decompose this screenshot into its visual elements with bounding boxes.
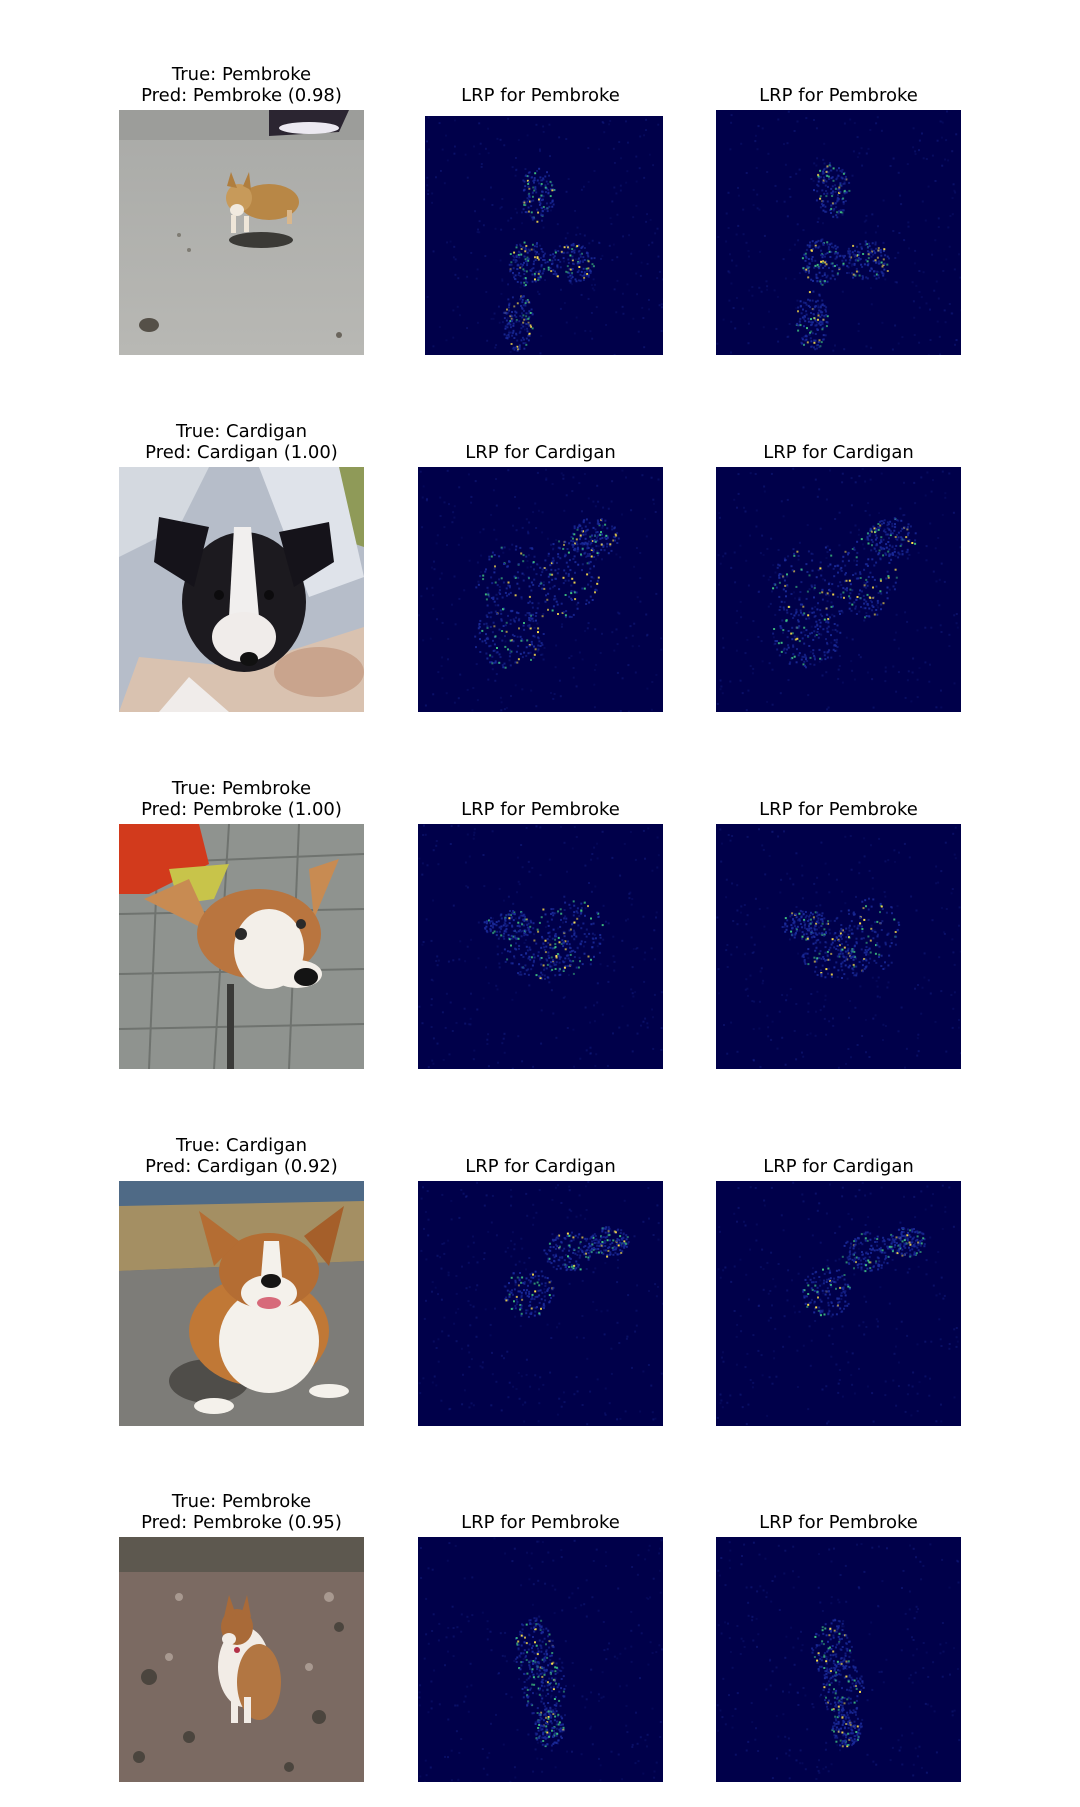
row-5: True: Pembroke Pred: Pembroke (0.95) LRP… (0, 0, 1080, 1807)
lrp-heatmap (716, 1537, 961, 1782)
lrp-heatmap (418, 1537, 663, 1782)
true-label: True: Pembroke (171, 1491, 312, 1512)
lrp-title: LRP for Pembroke (759, 1512, 918, 1533)
lrp-title: LRP for Pembroke (461, 1512, 620, 1533)
dog-photo (119, 1537, 364, 1782)
pred-label: Pred: Pembroke (0.95) (141, 1512, 342, 1533)
figure-grid: True: Pembroke Pred: Pembroke (0.98) LRP… (0, 0, 1080, 1807)
